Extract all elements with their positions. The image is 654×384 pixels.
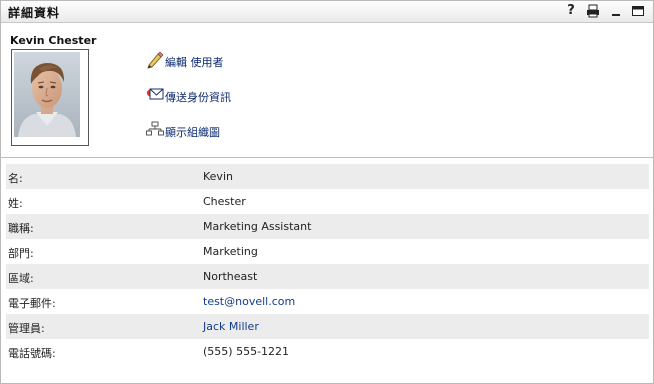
detail-label: 姓: (8, 197, 23, 210)
email-link[interactable]: test@novell.com (203, 295, 295, 308)
detail-label: 區域: (8, 272, 34, 285)
help-icon[interactable]: ? (564, 4, 578, 18)
section-divider (1, 157, 653, 158)
org-chart-icon (146, 121, 164, 139)
user-details-table: 名: Kevin 姓: Chester 職稱: Marketing Assist… (6, 164, 649, 364)
detail-row-last-name: 姓: Chester (6, 189, 649, 214)
detail-label: 電子郵件: (8, 297, 56, 310)
pencil-icon (146, 51, 164, 69)
detail-row-department: 部門: Marketing (6, 239, 649, 264)
detail-label: 部門: (8, 247, 34, 260)
manager-link[interactable]: Jack Miller (203, 320, 259, 333)
detail-row-region: 區域: Northeast (6, 264, 649, 289)
detail-label: 電話號碼: (8, 347, 56, 360)
detail-row-first-name: 名: Kevin (6, 164, 649, 189)
detail-value: Marketing Assistant (203, 220, 312, 233)
detail-row-email: 電子郵件: test@novell.com (6, 289, 649, 314)
envelope-icon (146, 86, 164, 104)
detail-label: 管理員: (8, 322, 45, 335)
detail-label: 名: (8, 172, 23, 185)
detail-value: Chester (203, 195, 246, 208)
print-icon[interactable] (586, 4, 600, 18)
detail-value: Northeast (203, 270, 258, 283)
detail-row-manager: 管理員: Jack Miller (6, 314, 649, 339)
user-photo (11, 49, 89, 146)
minimize-icon[interactable] (609, 4, 623, 18)
detail-value: (555) 555-1221 (203, 345, 290, 358)
show-org-chart-label: 顯示組織圖 (165, 126, 220, 139)
detail-row-phone: 電話號碼: (555) 555-1221 (6, 339, 649, 364)
detail-row-title: 職稱: Marketing Assistant (6, 214, 649, 239)
user-display-name: Kevin Chester (10, 34, 97, 47)
detail-value: Marketing (203, 245, 258, 258)
detail-label: 職稱: (8, 222, 34, 235)
portlet-titlebar: 詳細資料 ? (1, 1, 653, 23)
detail-value: Kevin (203, 170, 233, 183)
portlet-title: 詳細資料 (8, 6, 61, 20)
send-identity-label: 傳送身份資訊 (165, 91, 231, 104)
edit-user-label: 編輯 使用者 (165, 56, 224, 69)
maximize-icon[interactable] (631, 4, 645, 18)
user-detail-portlet: 詳細資料 ? Kevin Chester 編輯 使用者 傳送身份資訊 顯示組織圖… (0, 0, 654, 384)
